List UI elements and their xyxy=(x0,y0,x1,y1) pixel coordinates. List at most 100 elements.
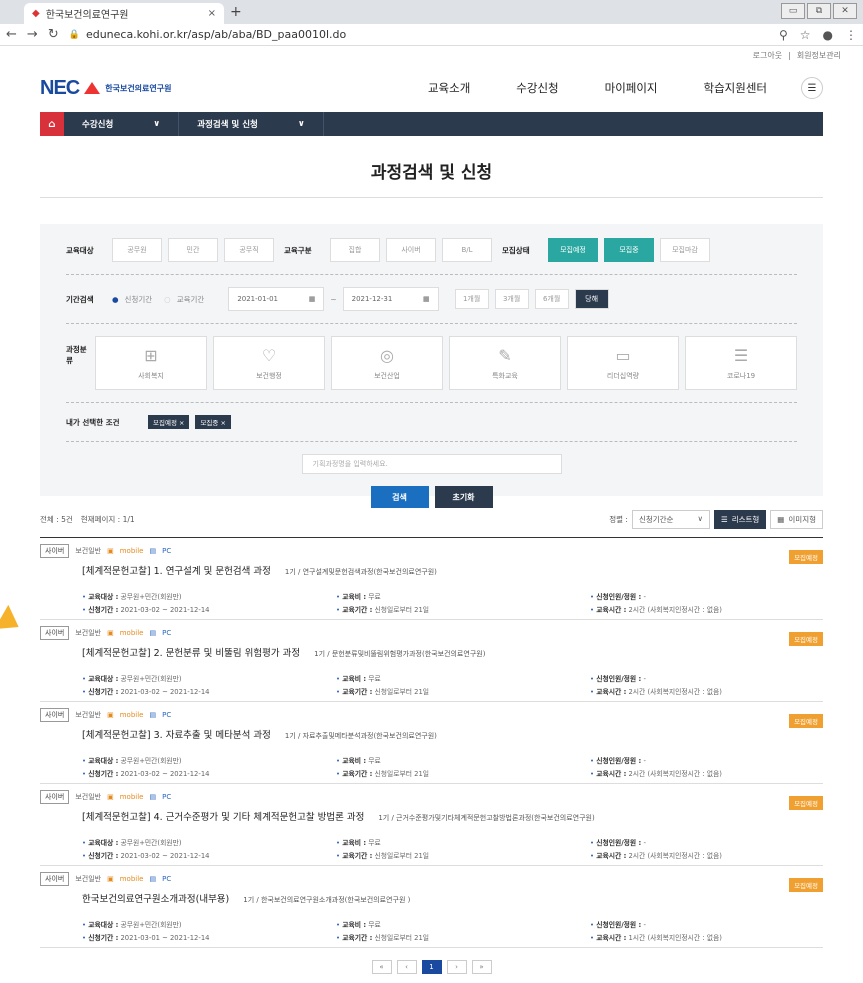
course-title[interactable]: [체계적문헌고찰] 1. 연구설계 및 문헌검색 과정 xyxy=(82,563,271,577)
first-page-button[interactable]: « xyxy=(371,960,392,974)
range-year[interactable]: 당해 xyxy=(574,289,609,309)
back-icon[interactable]: ← xyxy=(6,27,17,42)
menu-support[interactable]: 학습지원센터 xyxy=(704,80,767,96)
target-opt-public[interactable]: 공무원 xyxy=(112,238,162,262)
page-1-button[interactable]: 1 xyxy=(421,960,442,974)
close-window-button[interactable]: ✕ xyxy=(833,3,857,19)
search-input[interactable]: 기획과정명을 입력하세요. xyxy=(301,454,562,474)
date-to-value: 2021-12-31 xyxy=(351,295,393,303)
type-opt-offline[interactable]: 집합 xyxy=(330,238,380,262)
prev-page-button[interactable]: ‹ xyxy=(396,960,417,974)
cat-label: 과정분류 xyxy=(66,345,87,365)
list-item[interactable]: 사이버 보건일반 ▣ mobile ▤ PC 모집예정 한국보건의료연구원소개과… xyxy=(40,866,823,948)
course-category: 보건일반 xyxy=(75,547,102,555)
browser-menu-icon[interactable]: ⋮ xyxy=(845,28,857,42)
menu-apply[interactable]: 수강신청 xyxy=(516,80,558,96)
list-item[interactable]: 사이버 보건일반 ▣ mobile ▤ PC 모집예정 [체계적문헌고찰] 3.… xyxy=(40,702,823,784)
cat-special[interactable]: ✎ 특화교육 xyxy=(449,336,561,390)
profile-icon[interactable]: ● xyxy=(823,28,833,42)
lightbulb-icon: ◎ xyxy=(380,345,394,365)
list-item[interactable]: 사이버 보건일반 ▣ mobile ▤ PC 모집예정 [체계적문헌고찰] 4.… xyxy=(40,784,823,866)
breadcrumb-item-apply[interactable]: 수강신청 ∨ xyxy=(64,112,180,136)
url-field[interactable]: 🔒 eduneca.kohi.or.kr/asp/ab/aba/BD_paa00… xyxy=(69,28,769,41)
target-opt-civil[interactable]: 공무직 xyxy=(224,238,274,262)
cat-admin[interactable]: ♡ 보건행정 xyxy=(213,336,325,390)
browser-tab[interactable]: ◆ 한국보건의료연구원 × xyxy=(24,3,224,24)
reset-button[interactable]: 초기화 xyxy=(434,486,493,508)
menu-intro[interactable]: 교육소개 xyxy=(428,80,470,96)
chip-open[interactable]: 모집중 × xyxy=(195,415,231,429)
course-title[interactable]: [체계적문헌고찰] 3. 자료추출 및 메타분석 과정 xyxy=(82,727,271,741)
pc-label: PC xyxy=(162,793,172,801)
view-image-label: 이미지형 xyxy=(788,515,816,524)
cat-industry[interactable]: ◎ 보건산업 xyxy=(331,336,443,390)
sort-select[interactable]: 신청기간순 ∨ xyxy=(631,510,710,529)
next-page-button[interactable]: › xyxy=(446,960,467,974)
view-image-button[interactable]: ▦ 이미지형 xyxy=(770,510,823,529)
menu-mypage[interactable]: 마이페이지 xyxy=(605,80,658,96)
cat-covid[interactable]: ☰ 코로나19 xyxy=(685,336,797,390)
meta-capacity: • 신청인원/정원 : - xyxy=(590,839,646,847)
home-icon[interactable]: ⌂ xyxy=(40,112,64,136)
target-label: 교육대상 xyxy=(66,245,94,255)
status-opt-open[interactable]: 모집중 xyxy=(604,238,654,262)
target-opt-private[interactable]: 민간 xyxy=(168,238,218,262)
cat-welfare[interactable]: ⊞ 사회복지 xyxy=(95,336,207,390)
radio-apply-period[interactable]: ● xyxy=(112,295,119,304)
course-title[interactable]: 한국보건의료연구원소개과정(내부용) xyxy=(82,891,229,905)
status-opt-upcoming[interactable]: 모집예정 xyxy=(548,238,598,262)
member-info-link[interactable]: 회원정보관리 xyxy=(797,50,841,61)
range-3m[interactable]: 3개월 xyxy=(494,289,529,309)
list-item[interactable]: 사이버 보건일반 ▣ mobile ▤ PC 모집예정 [체계적문헌고찰] 1.… xyxy=(40,538,823,620)
type-opt-bl[interactable]: B/L xyxy=(442,238,492,262)
calendar-icon[interactable]: ▦ xyxy=(309,295,316,303)
course-category: 보건일반 xyxy=(75,711,102,719)
list-item[interactable]: 사이버 보건일반 ▣ mobile ▤ PC 모집예정 [체계적문헌고찰] 2.… xyxy=(40,620,823,702)
last-page-button[interactable]: » xyxy=(471,960,492,974)
status-opt-closed[interactable]: 모집마감 xyxy=(660,238,710,262)
tab-close-icon[interactable]: × xyxy=(208,8,216,19)
breadcrumb-label: 수강신청 xyxy=(82,120,114,130)
search-button[interactable]: 검색 xyxy=(370,486,429,508)
minimize-button[interactable]: ▭ xyxy=(781,3,805,19)
radio-edu-period[interactable]: ○ xyxy=(164,295,171,304)
view-list-button[interactable]: ☰ 리스트형 xyxy=(713,510,767,529)
logout-link[interactable]: 로그아웃 xyxy=(753,50,782,61)
restore-button[interactable]: ⧉ xyxy=(807,3,831,19)
reload-icon[interactable]: ↻ xyxy=(48,27,59,42)
forward-icon[interactable]: → xyxy=(27,27,38,42)
course-type-tag: 사이버 xyxy=(40,626,70,640)
bookmark-star-icon[interactable]: ☆ xyxy=(800,28,811,42)
course-title[interactable]: [체계적문헌고찰] 2. 문헌분류 및 비뚤림 위험평가 과정 xyxy=(82,645,300,659)
selected-label: 내가 선택한 조건 xyxy=(66,417,120,427)
range-6m[interactable]: 6개월 xyxy=(534,289,569,309)
new-tab-button[interactable]: + xyxy=(230,4,242,20)
course-category: 보건일반 xyxy=(75,875,102,883)
chip-upcoming[interactable]: 모집예정 × xyxy=(148,415,190,429)
date-from-input[interactable]: 2021-01-01 ▦ xyxy=(228,287,325,311)
edit-icon: ✎ xyxy=(498,345,512,365)
hamburger-menu-icon[interactable]: ☰ xyxy=(801,77,823,99)
sort-value: 신청기간순 xyxy=(638,515,674,524)
site-logo[interactable]: NEC 한국보건의료연구원 xyxy=(40,77,171,100)
calendar-icon[interactable]: ▦ xyxy=(423,295,430,303)
meta-period: • 신청기간 : 2021-03-02 ~ 2021-12-14 xyxy=(82,852,210,860)
range-1m[interactable]: 1개월 xyxy=(454,289,489,309)
divider xyxy=(66,274,797,275)
selected-conditions: 내가 선택한 조건 모집예정 × 모집중 × xyxy=(66,415,797,429)
tab-title: 한국보건의료연구원 xyxy=(45,10,129,21)
zoom-icon[interactable]: ⚲ xyxy=(779,28,788,42)
course-title[interactable]: [체계적문헌고찰] 4. 근거수준평가 및 기타 체계적문헌고찰 방법론 과정 xyxy=(82,809,364,823)
date-to-input[interactable]: 2021-12-31 ▦ xyxy=(342,287,439,311)
cat-label-text: 특화교육 xyxy=(492,371,518,380)
breadcrumb-item-search[interactable]: 과정검색 및 신청 ∨ xyxy=(179,112,324,136)
mobile-label: mobile xyxy=(119,711,144,719)
window-controls: ▭ ⧉ ✕ xyxy=(781,3,857,19)
meta-time: • 교육시간 : 2시간 (사회복지인정시간 : 없음) xyxy=(590,606,722,614)
lock-icon: 🔒 xyxy=(68,29,80,40)
pc-label: PC xyxy=(162,547,172,555)
meta-time: • 교육시간 : 2시간 (사회복지인정시간 : 없음) xyxy=(590,688,722,696)
status-badge: 모집예정 xyxy=(789,796,823,810)
type-opt-cyber[interactable]: 사이버 xyxy=(386,238,436,262)
cat-leadership[interactable]: ▭ 리더십역량 xyxy=(567,336,679,390)
